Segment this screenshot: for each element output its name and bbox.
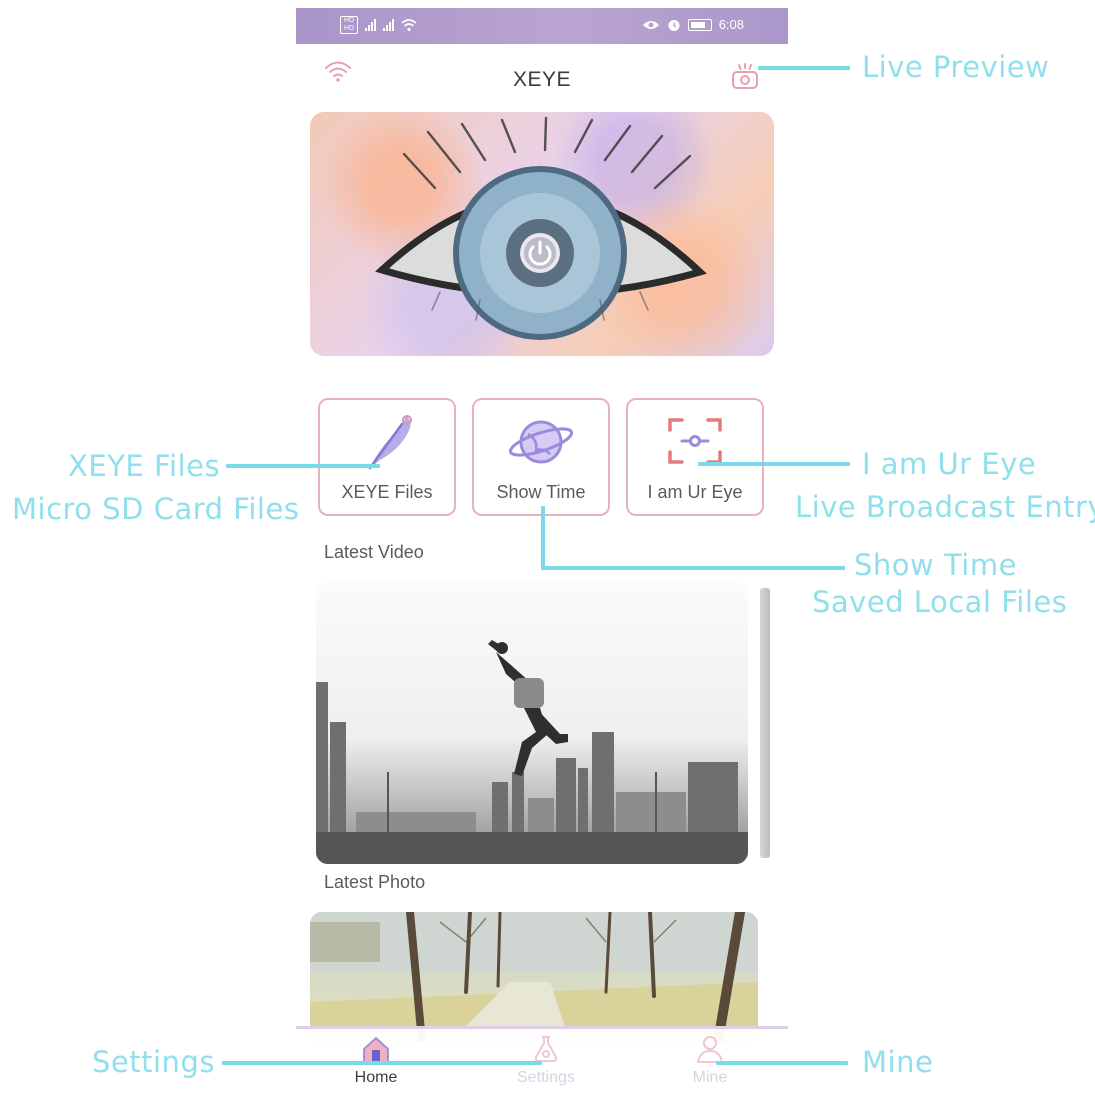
wifi-status-icon [401, 19, 417, 32]
tab-mine[interactable]: Mine [660, 1033, 760, 1087]
planet-icon [508, 420, 574, 464]
settings-annotation: Settings [92, 1045, 215, 1079]
micro-sd-annotation: Micro SD Card Files [12, 492, 300, 526]
tile-label: I am Ur Eye [647, 482, 743, 502]
tab-home[interactable]: Home [326, 1033, 426, 1087]
i-am-ur-eye-pointer [698, 462, 850, 466]
tile-label: XEYE Files [341, 482, 433, 502]
latest-video-thumbnail [316, 640, 748, 864]
power-icon [520, 233, 560, 273]
eye-hero-image[interactable] [310, 112, 774, 356]
settings-pointer [222, 1061, 542, 1065]
tile-icon-wrap [320, 410, 454, 472]
show-time-pointer [541, 566, 845, 570]
signal-icon-2 [383, 19, 394, 31]
tab-settings[interactable]: Settings [496, 1033, 596, 1087]
tile-label: Show Time [496, 482, 586, 502]
app-title: XEYE [512, 68, 572, 91]
tile-icon-wrap [474, 410, 608, 472]
eye-status-icon [642, 20, 659, 29]
latest-photo-thumbnail [310, 912, 758, 1042]
feather-icon [368, 415, 412, 470]
show-time-pointer-vertical [541, 506, 545, 570]
i-am-ur-eye-tile[interactable]: I am Ur Eye [626, 398, 764, 516]
mine-pointer [716, 1061, 848, 1065]
latest-video-heading: Latest Video [324, 542, 424, 562]
live-preview-button[interactable] [730, 62, 760, 92]
latest-video-card[interactable] [316, 582, 748, 864]
tab-label: Settings [517, 1069, 575, 1086]
xeye-files-annotation: XEYE Files [68, 449, 221, 483]
status-bar: HD HD 6:08 [296, 8, 788, 44]
i-am-ur-eye-annotation: I am Ur Eye [862, 447, 1037, 481]
latest-photo-heading: Latest Photo [324, 872, 426, 892]
live-camera-icon [732, 63, 758, 89]
tab-label: Mine [692, 1069, 728, 1086]
live-preview-annotation: Live Preview [862, 50, 1050, 84]
xeye-files-pointer [226, 464, 380, 468]
latest-photo-card[interactable] [310, 912, 758, 1042]
battery-icon [687, 18, 712, 31]
signal-icon [365, 19, 376, 31]
status-right: 6:08 [642, 17, 744, 32]
tab-label: Home [354, 1069, 398, 1086]
alarm-icon [668, 19, 680, 31]
xeye-files-tile[interactable]: XEYE Files [318, 398, 456, 516]
next-video-card-edge[interactable] [760, 588, 770, 858]
mine-annotation: Mine [862, 1045, 934, 1079]
sim-indicator: HD HD [340, 16, 358, 34]
status-left: HD HD [340, 16, 417, 34]
status-time: 6:08 [718, 17, 744, 32]
saved-local-annotation: Saved Local Files [812, 585, 1068, 619]
live-preview-pointer [758, 66, 850, 70]
show-time-tile[interactable]: Show Time [472, 398, 610, 516]
live-broadcast-annotation: Live Broadcast Entry [795, 490, 1095, 524]
power-button[interactable] [518, 231, 562, 275]
show-time-annotation: Show Time [854, 548, 1017, 582]
